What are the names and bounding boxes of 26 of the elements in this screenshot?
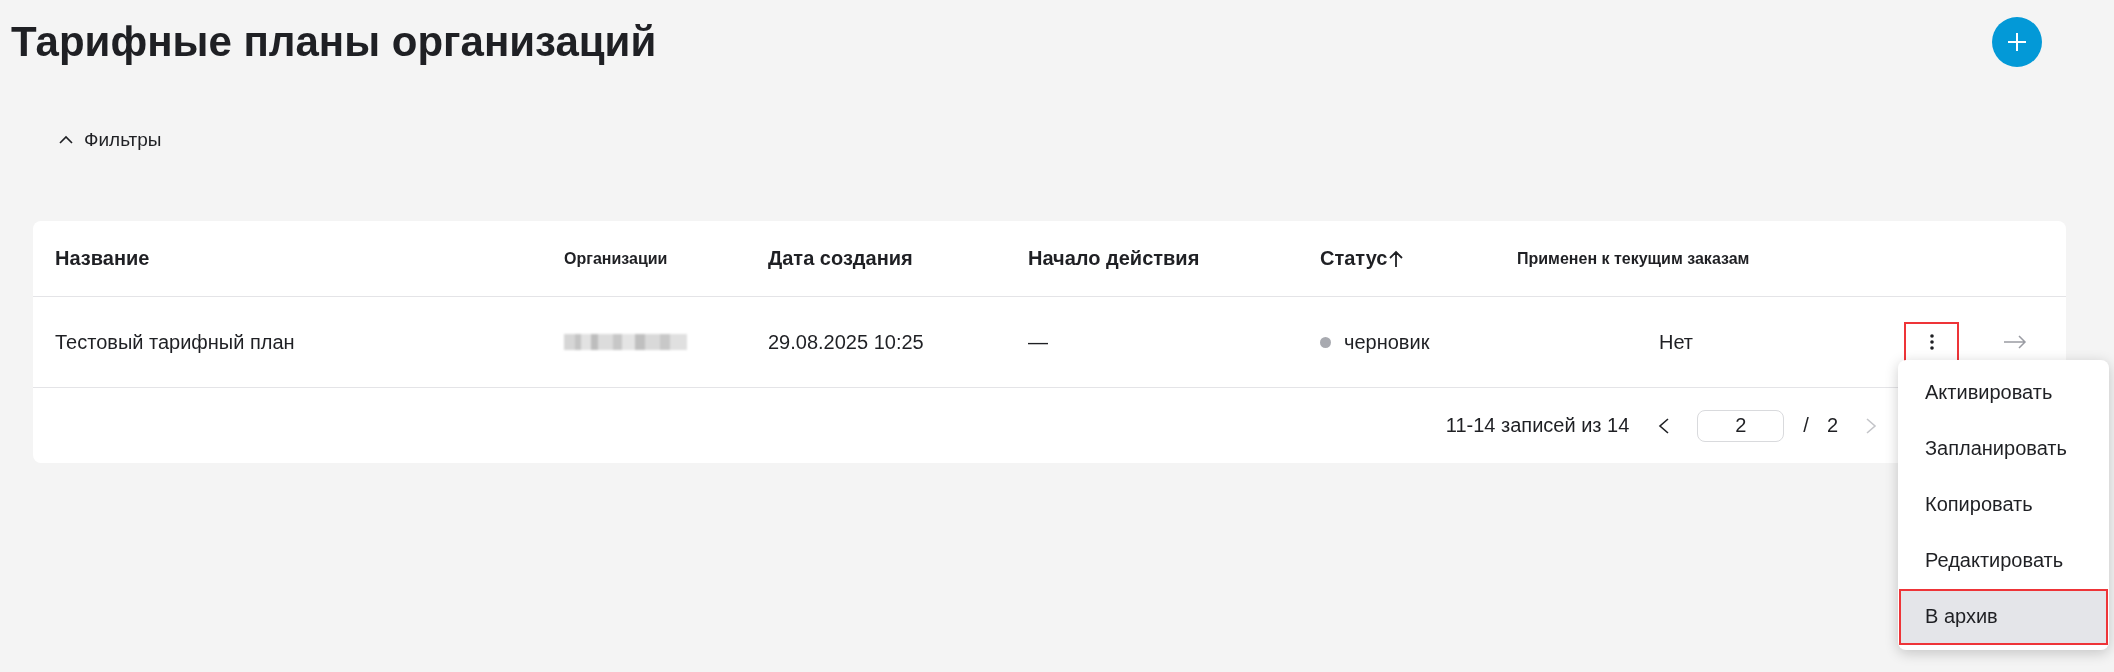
column-header: Название [55,247,150,270]
vertical-dots-icon [1929,334,1934,350]
more-button[interactable] [1904,321,1959,363]
chevron-left-icon [1659,417,1670,434]
menu-item[interactable]: В архив [1899,588,2108,645]
column-header: Организации [564,249,668,268]
page-total: 2 [1826,414,1838,437]
chevron-right-icon [1866,417,1876,434]
table-cell: — [1028,330,1048,353]
table-cell: Нет [1658,330,1694,354]
filters-toggle[interactable]: Фильтры [59,124,162,156]
column-header: Применен к текущим заказам [1517,249,1750,268]
column-header: Статус [1320,247,1388,270]
page-separator: / [1803,414,1809,437]
table-cell: 29.08.2025 10:25 [768,330,924,353]
add-button[interactable] [1992,17,2042,67]
column-header: Дата создания [768,247,913,270]
status-text: черновик [1344,330,1430,354]
arrow-right-icon[interactable] [2003,335,2027,349]
page-input[interactable]: 2 [1697,409,1785,442]
pagination-summary: 11-14 записей из 14 [1445,414,1630,437]
table-cell: Тестовый тарифный план [55,330,295,353]
column-header: Начало действия [1028,247,1200,270]
plus-icon [2007,32,2027,52]
page-title: Тарифные планы организаций [11,17,657,67]
prev-page-button[interactable] [1659,417,1670,434]
